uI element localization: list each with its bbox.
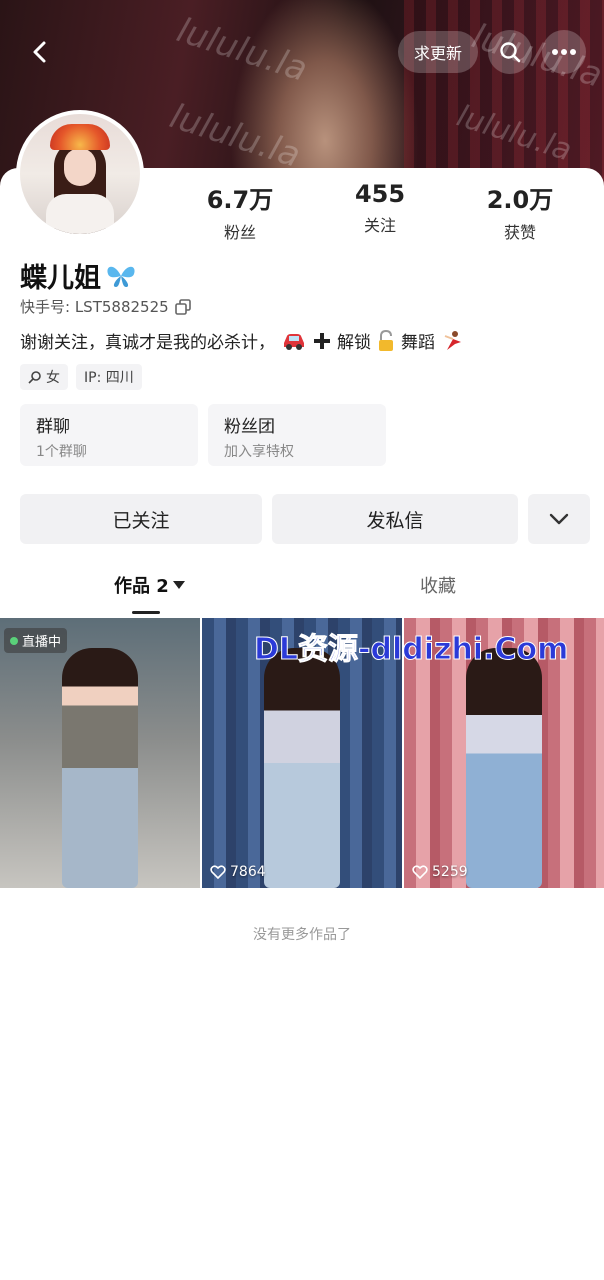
search-button[interactable] <box>488 30 532 74</box>
ip-tag: IP: 四川 <box>76 364 142 390</box>
tab-works[interactable]: 作品 2 <box>114 572 185 614</box>
stat-label: 获赞 <box>503 223 536 242</box>
bio-text: 谢谢关注，真诚才是我的必杀计， <box>20 333 275 353</box>
gender-tag: 女 <box>20 364 68 390</box>
stat-following[interactable]: 455 关注 <box>310 180 450 243</box>
no-more-works: 没有更多作品了 <box>253 927 351 943</box>
profile-name: 蝶儿姐 <box>20 263 101 294</box>
stat-value: 6.7万 <box>206 186 274 214</box>
heart-icon <box>210 865 226 879</box>
back-button[interactable] <box>18 32 62 72</box>
tab-favorites[interactable]: 收藏 <box>420 572 456 598</box>
stat-likes[interactable]: 2.0万 获赞 <box>450 180 590 243</box>
bio-dance: 舞蹈 <box>401 333 435 353</box>
lock-icon <box>379 329 393 351</box>
send-message-button[interactable]: 发私信 <box>272 494 518 544</box>
stat-label: 粉丝 <box>223 223 256 242</box>
gender-text: 女 <box>46 370 60 386</box>
stat-value: 2.0万 <box>486 186 554 214</box>
tab-indicator <box>132 611 160 614</box>
chevron-left-icon <box>33 41 46 63</box>
more-dots-icon <box>552 49 576 55</box>
expand-button[interactable] <box>528 494 590 544</box>
request-update-button[interactable]: 求更新 <box>397 31 478 73</box>
bio-unlock: 解锁 <box>337 333 371 353</box>
live-badge: 直播中 <box>4 628 68 653</box>
butterfly-icon <box>107 266 135 287</box>
live-text: 直播中 <box>22 635 62 650</box>
copy-icon[interactable] <box>174 298 191 315</box>
following-button[interactable]: 已关注 <box>20 494 262 544</box>
avatar[interactable] <box>16 110 144 238</box>
stat-label: 关注 <box>363 216 396 235</box>
kuaishou-id-row: 快手号: LST5882525 <box>20 296 191 317</box>
group-chat-card[interactable]: 群聊 1个群聊 <box>20 404 198 466</box>
fan-club-card[interactable]: 粉丝团 加入享特权 <box>208 404 386 466</box>
heart-icon <box>412 865 428 879</box>
profile-tabs: 作品 2 收藏 <box>0 572 604 618</box>
profile-tags: 女 IP: 四川 <box>20 364 142 390</box>
kuaishou-id: 快手号: LST5882525 <box>20 298 169 316</box>
like-count: 7864 <box>210 864 266 880</box>
live-dot <box>10 636 18 645</box>
search-icon <box>500 42 521 63</box>
car-icon <box>284 333 304 350</box>
like-count-text: 7864 <box>230 864 266 880</box>
female-icon <box>28 371 41 384</box>
plus-icon <box>314 332 330 349</box>
profile-bio: 谢谢关注，真诚才是我的必杀计， 解锁 舞蹈 <box>20 328 465 353</box>
profile-stats: 6.7万 粉丝 455 关注 2.0万 获赞 <box>170 180 590 243</box>
stat-value: 455 <box>354 180 406 208</box>
group-subtitle: 1个群聊 <box>36 444 87 460</box>
more-options-button[interactable] <box>542 30 586 74</box>
group-title: 粉丝团 <box>224 417 275 437</box>
stat-fans[interactable]: 6.7万 粉丝 <box>170 180 310 243</box>
tab-works-label: 作品 2 <box>114 576 169 597</box>
group-subtitle: 加入享特权 <box>224 444 294 460</box>
dancer-icon <box>444 330 461 350</box>
like-count: 5259 <box>412 864 468 880</box>
group-title: 群聊 <box>36 417 70 437</box>
video-thumbnail[interactable]: 直播中 <box>0 618 200 888</box>
caret-down-icon <box>172 581 185 589</box>
profile-name-row: 蝶儿姐 <box>20 256 137 295</box>
like-count-text: 5259 <box>432 864 468 880</box>
chevron-down-icon <box>549 513 569 525</box>
watermark-overlay: DL资源-dldizhi.Com <box>253 632 569 668</box>
